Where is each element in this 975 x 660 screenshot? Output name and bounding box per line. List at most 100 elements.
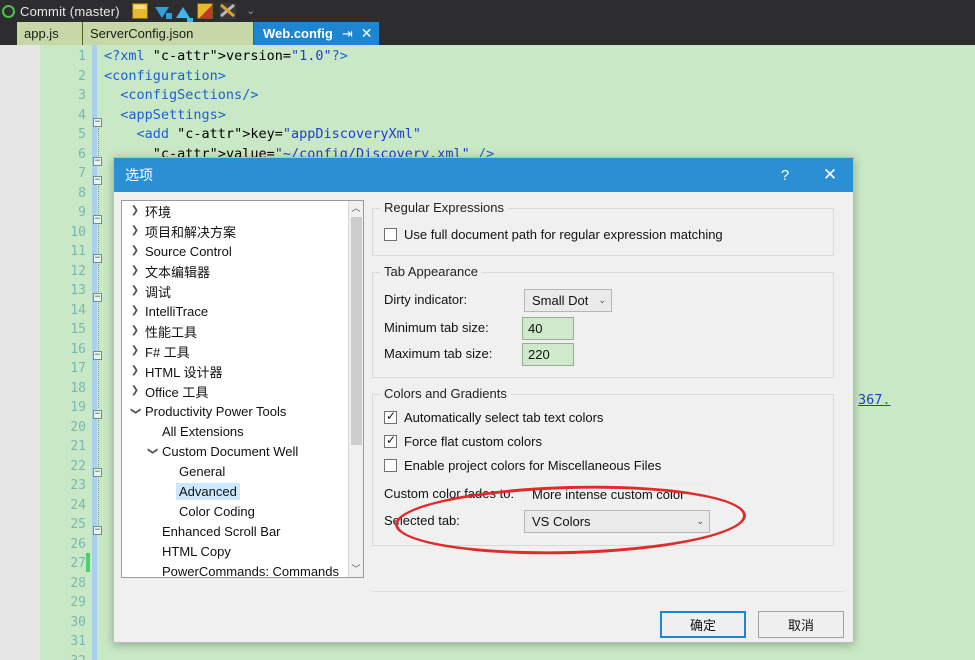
- help-icon[interactable]: ?: [763, 158, 807, 192]
- toolbar-overflow-icon[interactable]: ⌄: [243, 3, 259, 19]
- collapse-toggle[interactable]: −: [93, 118, 102, 127]
- tab-web-config[interactable]: Web.config ⇥ ✕: [254, 22, 379, 45]
- push-up-arrow-icon[interactable]: [175, 6, 193, 23]
- tree-item-label: General: [179, 463, 226, 479]
- close-tab-icon[interactable]: ✕: [361, 25, 373, 42]
- options-detail-pane: Regular Expressions Use full document pa…: [372, 200, 844, 578]
- line-number: 2: [78, 68, 86, 84]
- tree-item-18[interactable]: PowerCommands: Commands: [122, 561, 348, 578]
- chevron-right-icon[interactable]: ❯: [128, 381, 142, 401]
- tree-item-label: Custom Document Well: [162, 443, 299, 459]
- commit-label[interactable]: Commit (master): [20, 4, 120, 19]
- checkbox-box[interactable]: [384, 228, 397, 241]
- dialog-footer: 确定 取消: [660, 611, 844, 638]
- chevron-right-icon[interactable]: ❯: [128, 281, 142, 301]
- tree-item-15[interactable]: Color Coding: [122, 501, 348, 521]
- line-number: 15: [70, 322, 86, 337]
- chevron-down-icon[interactable]: ⌄: [696, 516, 704, 527]
- code-text[interactable]: <?xml "c-attr">version="1.0"?> <configura…: [104, 47, 494, 164]
- scroll-up-icon[interactable]: ︿: [349, 201, 363, 216]
- tree-item-0[interactable]: ❯ 环境: [122, 201, 348, 221]
- tree-item-17[interactable]: HTML Copy: [122, 541, 348, 561]
- selected-tab-combobox[interactable]: VS Colors ⌄: [524, 510, 710, 533]
- chevron-down-icon[interactable]: ❯: [125, 404, 145, 418]
- line-number-gutter: 1 2 3 4 5 6 7 8 9 10 11 12 13 14 15 16 17 18 19 20 21 22 23 24 2…: [40, 45, 90, 660]
- sync-icon[interactable]: [196, 3, 213, 19]
- checkbox-box[interactable]: [384, 409, 397, 424]
- checkbox-box[interactable]: [384, 459, 397, 472]
- scrollbar-thumb[interactable]: [351, 217, 362, 445]
- chevron-right-icon[interactable]: ❯: [128, 221, 142, 241]
- code-line: <add "c-attr">key="appDiscoveryXml": [136, 126, 422, 142]
- tree-item-7[interactable]: ❯ F# 工具: [122, 341, 348, 361]
- tree-item-10[interactable]: ❯ Productivity Power Tools: [122, 401, 348, 421]
- options-dialog[interactable]: 选项 ? ✕ ❯ 环境 ❯ 项目和解决方案 ❯ Source Control ❯ 文本编辑器 ❯…: [113, 157, 854, 643]
- tree-item-9[interactable]: ❯ Office 工具: [122, 381, 348, 401]
- collapse-toggle[interactable]: −: [93, 410, 102, 419]
- chevron-right-icon[interactable]: ❯: [128, 341, 142, 361]
- collapse-toggle[interactable]: −: [93, 526, 102, 535]
- window-icon[interactable]: [131, 3, 148, 19]
- checkbox-box[interactable]: [384, 433, 397, 448]
- line-number: 7: [78, 166, 86, 181]
- collapse-toggle[interactable]: −: [93, 293, 102, 302]
- pin-tab-icon[interactable]: ⇥: [342, 26, 353, 42]
- chevron-right-icon[interactable]: ❯: [128, 261, 142, 281]
- maximum-tab-size-input[interactable]: 220: [522, 343, 574, 366]
- line-number: 31: [70, 634, 86, 649]
- tree-item-11[interactable]: All Extensions: [122, 421, 348, 441]
- checkbox-full-document-path[interactable]: Use full document path for regular expre…: [384, 227, 723, 242]
- tree-item-16[interactable]: Enhanced Scroll Bar: [122, 521, 348, 541]
- chevron-right-icon[interactable]: ❯: [128, 301, 142, 321]
- collapse-toggle[interactable]: −: [93, 468, 102, 477]
- checkbox-force-flat-custom-colors[interactable]: Force flat custom colors: [384, 433, 542, 449]
- tree-item-4[interactable]: ❯ 调试: [122, 281, 348, 301]
- ok-button[interactable]: 确定: [660, 611, 746, 638]
- chevron-down-icon[interactable]: ⌄: [696, 489, 704, 500]
- chevron-right-icon[interactable]: ❯: [128, 201, 142, 221]
- chevron-right-icon[interactable]: ❯: [128, 241, 142, 261]
- scroll-down-icon[interactable]: ﹀: [349, 562, 363, 577]
- collapse-toggle[interactable]: −: [93, 351, 102, 360]
- tree-item-12[interactable]: ❯ Custom Document Well: [122, 441, 348, 461]
- line-number: 8: [78, 185, 86, 201]
- cancel-button[interactable]: 取消: [758, 611, 844, 638]
- pull-down-arrow-icon[interactable]: [154, 7, 172, 19]
- collapse-toggle[interactable]: −: [93, 176, 102, 185]
- line-number: 1: [78, 49, 86, 64]
- tree-item-label: Productivity Power Tools: [145, 403, 287, 419]
- tree-item-14[interactable]: Advanced: [122, 481, 348, 501]
- checkbox-auto-select-tab-text-colors[interactable]: Automatically select tab text colors: [384, 409, 603, 425]
- line-number: 22: [70, 458, 86, 474]
- tree-item-8[interactable]: ❯ HTML 设计器: [122, 361, 348, 381]
- tab-app-js[interactable]: app.js: [17, 22, 83, 45]
- tools-icon[interactable]: [219, 3, 236, 19]
- structure-guide: [98, 186, 101, 214]
- tree-item-6[interactable]: ❯ 性能工具: [122, 321, 348, 341]
- chevron-right-icon[interactable]: ❯: [128, 321, 142, 341]
- close-icon[interactable]: ✕: [807, 158, 853, 192]
- chevron-down-icon[interactable]: ❯: [142, 444, 162, 458]
- tree-item-3[interactable]: ❯ 文本编辑器: [122, 261, 348, 281]
- chevron-right-icon[interactable]: ❯: [128, 361, 142, 381]
- tab-serverconfig-json[interactable]: ServerConfig.json: [83, 22, 254, 45]
- checkbox-label: Use full document path for regular expre…: [404, 227, 723, 242]
- chevron-down-icon[interactable]: ⌄: [598, 295, 606, 306]
- collapse-toggle[interactable]: −: [93, 254, 102, 263]
- dirty-indicator-combobox[interactable]: Small Dot ⌄: [524, 289, 612, 312]
- collapse-toggle[interactable]: −: [93, 157, 102, 166]
- tree-scrollbar[interactable]: ︿ ﹀: [348, 201, 363, 577]
- line-number: 28: [70, 575, 86, 591]
- minimum-tab-size-input[interactable]: 40: [522, 317, 574, 340]
- tree-item-label: Source Control: [145, 243, 232, 259]
- tree-item-2[interactable]: ❯ Source Control: [122, 241, 348, 261]
- checkbox-enable-project-colors-misc-files[interactable]: Enable project colors for Miscellaneous …: [384, 458, 661, 473]
- tree-item-5[interactable]: ❯ IntelliTrace: [122, 301, 348, 321]
- tree-item-1[interactable]: ❯ 项目和解决方案: [122, 221, 348, 241]
- structure-guide: [98, 420, 101, 467]
- tree-item-13[interactable]: General: [122, 461, 348, 481]
- label-selected-tab: Selected tab:: [384, 513, 460, 528]
- options-category-tree[interactable]: ❯ 环境 ❯ 项目和解决方案 ❯ Source Control ❯ 文本编辑器 ❯ 调试 ❯ Inte…: [121, 200, 364, 578]
- collapse-toggle[interactable]: −: [93, 215, 102, 224]
- custom-color-fades-to-combobox[interactable]: More intense custom color ⌄: [524, 483, 710, 506]
